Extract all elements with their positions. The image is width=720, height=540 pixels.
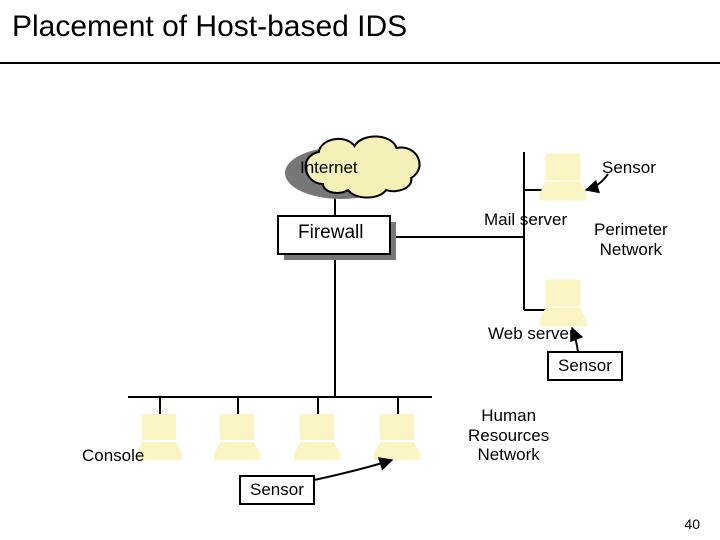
web-server-label: Web server: [488, 324, 575, 344]
page-number: 40: [684, 516, 700, 532]
web-server-host: [540, 280, 586, 326]
slide-title: Placement of Host-based IDS: [12, 10, 407, 44]
sensor-top-label: Sensor: [602, 158, 656, 178]
internet-label: Internet: [300, 158, 358, 178]
diagram-svg: [0, 62, 720, 540]
internal-host-2: [214, 414, 260, 460]
sensor-mid-label: Sensor: [558, 356, 612, 376]
internal-host-3: [294, 414, 340, 460]
diagram-stage: Internet Firewall Sensor Mail server Per…: [0, 62, 720, 540]
internal-host-4: [374, 414, 420, 460]
mail-server-host: [540, 154, 586, 200]
sensor-bottom-label: Sensor: [250, 480, 304, 500]
console-label: Console: [82, 446, 144, 466]
perimeter-network-label: Perimeter Network: [594, 220, 668, 259]
firewall-label: Firewall: [298, 222, 363, 244]
hr-network-label: Human Resources Network: [468, 406, 549, 465]
mail-server-label: Mail server: [484, 210, 567, 230]
